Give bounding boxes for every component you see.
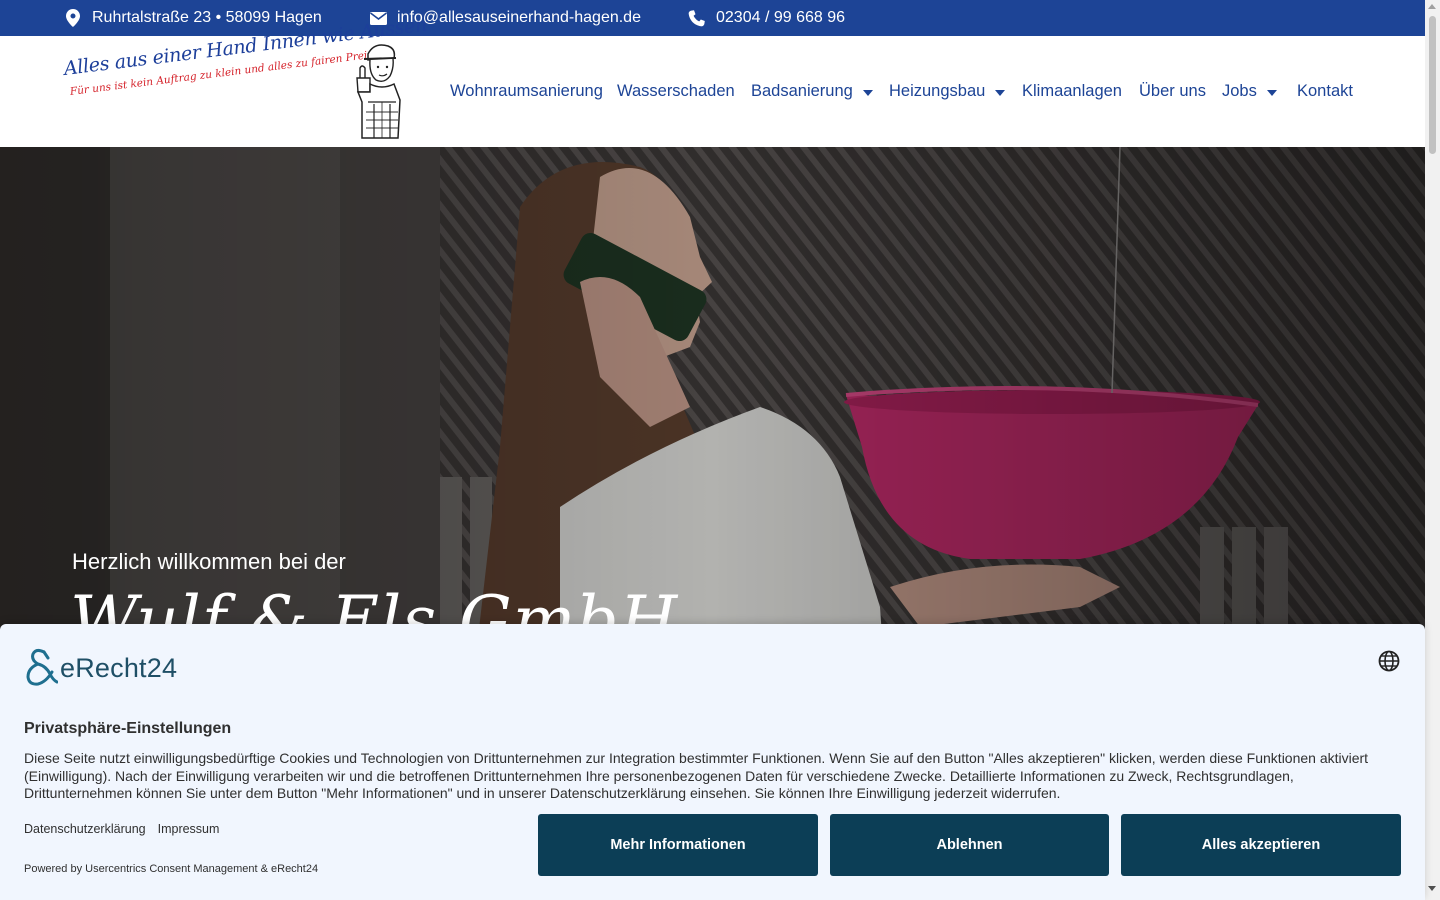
location-pin-icon [66, 9, 80, 27]
consent-links: Datenschutzerklärung Impressum [24, 822, 219, 836]
nav-item-jobs[interactable]: Jobs [1222, 36, 1277, 147]
deny-button[interactable]: Ablehnen [830, 814, 1109, 876]
nav-item-wohnraumsanierung[interactable]: Wohnraumsanierung [450, 36, 603, 147]
nav-item-badsanierung[interactable]: Badsanierung [751, 36, 873, 147]
hero-welcome-text: Herzlich willkommen bei der [72, 549, 346, 574]
nav-item-klimaanlagen[interactable]: Klimaanlagen [1022, 36, 1122, 147]
accept-all-button[interactable]: Alles akzeptieren [1121, 814, 1401, 876]
consent-powered-by: Powered by Usercentrics Consent Manageme… [24, 863, 319, 875]
nav-item-wasserschaden[interactable]: Wasserschaden [617, 36, 735, 147]
chevron-down-icon [862, 89, 873, 96]
craftsman-mascot-icon [356, 44, 401, 139]
scrollbar-thumb[interactable] [1429, 16, 1436, 154]
cookie-consent-banner: eRecht24 Privatsphäre-Einstellungen Dies… [0, 624, 1425, 900]
address-text: Ruhrtalstraße 23 • 58099 Hagen [92, 9, 322, 26]
imprint-link[interactable]: Impressum [158, 822, 220, 836]
phone-item[interactable]: 02304 / 99 668 96 [688, 0, 845, 36]
chevron-down-icon [995, 89, 1006, 96]
nav-item-ueber-uns[interactable]: Über uns [1139, 36, 1206, 147]
consent-description: Diese Seite nutzt einwilligungsbedürftig… [24, 750, 1369, 801]
more-information-button[interactable]: Mehr Informationen [538, 814, 818, 876]
privacy-policy-link[interactable]: Datenschutzerklärung [24, 822, 146, 836]
chevron-down-icon [1266, 89, 1277, 96]
page-scrollbar[interactable] [1425, 0, 1440, 900]
erecht24-mark-icon [26, 648, 58, 686]
nav-item-heizungsbau[interactable]: Heizungsbau [889, 36, 1006, 147]
phone-link[interactable]: 02304 / 99 668 96 [716, 9, 845, 27]
email-link[interactable]: info@allesauseinerhand-hagen.de [397, 9, 641, 27]
erecht24-logo-text: eRecht24 [60, 652, 178, 683]
phone-icon [688, 9, 705, 26]
consent-title: Privatsphäre-Einstellungen [24, 720, 232, 737]
scroll-down-arrow-icon[interactable] [1428, 886, 1436, 891]
site-header: Alles aus einer Hand Innen wie Aussen Fü… [0, 14, 1425, 147]
site-logo[interactable]: Alles aus einer Hand Innen wie Aussen Fü… [60, 14, 428, 144]
nav-item-kontakt[interactable]: Kontakt [1297, 36, 1353, 147]
erecht24-logo: eRecht24 [24, 648, 177, 688]
language-globe-icon[interactable] [1378, 650, 1400, 672]
top-contact-bar: Ruhrtalstraße 23 • 58099 Hagen info@alle… [0, 0, 1425, 36]
scroll-up-arrow-icon[interactable] [1428, 4, 1436, 9]
